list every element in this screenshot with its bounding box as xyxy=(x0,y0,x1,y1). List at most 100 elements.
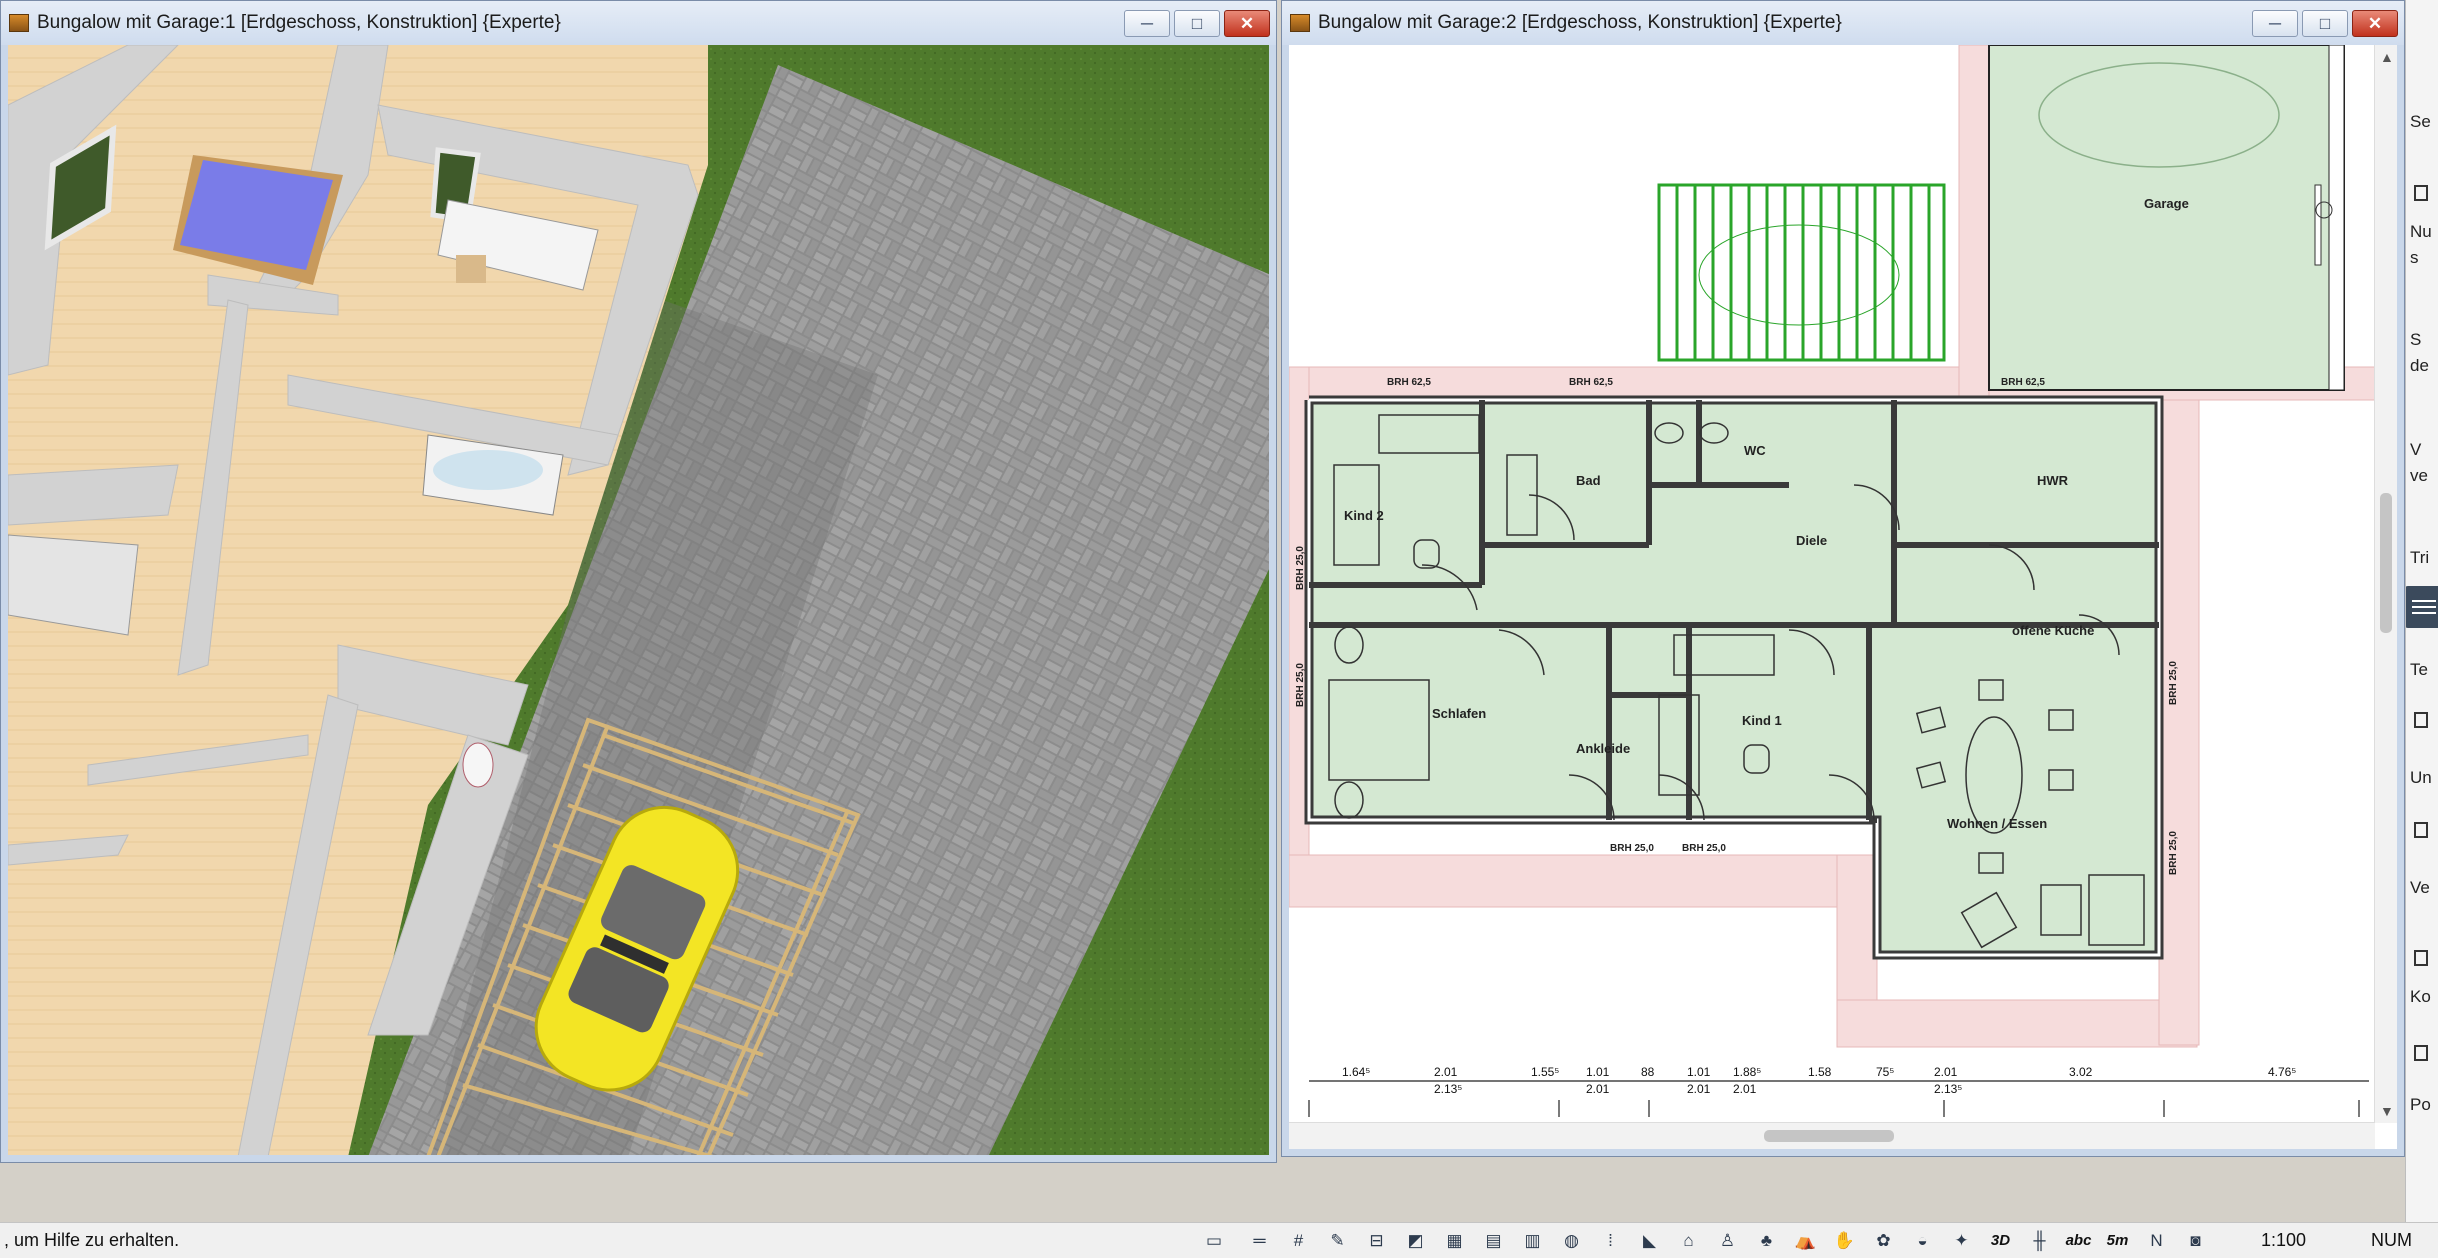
dimension-value: 2.01 xyxy=(1733,1082,1757,1096)
side-panel-item[interactable]: Ko xyxy=(2410,987,2431,1007)
room-label-diele: Diele xyxy=(1796,533,1827,548)
side-panel-item[interactable]: de xyxy=(2410,356,2429,376)
side-panel: Se Nu s S de V ve Tri Te Un Ve Ko Po xyxy=(2405,0,2438,1222)
plan-viewport[interactable]: Garage Kind 2 Bad WC HWR Diele offene Kü… xyxy=(1289,45,2397,1149)
maximize-button[interactable]: □ xyxy=(2302,10,2348,37)
brh-label: BRH 62,5 xyxy=(1387,377,1431,388)
brh-label: BRH 25,0 xyxy=(1295,546,1306,590)
side-panel-item[interactable]: S xyxy=(2410,330,2421,350)
north-icon[interactable]: N xyxy=(2139,1227,2174,1254)
dimension-value: 1.64⁵ xyxy=(1342,1065,1370,1079)
fill-icon[interactable]: ▥ xyxy=(1515,1227,1550,1254)
dimension-value: 1.55⁵ xyxy=(1531,1065,1559,1079)
dimension-value: 2.13⁵ xyxy=(1434,1082,1462,1096)
room-label-kind1: Kind 1 xyxy=(1742,713,1782,728)
room-label-garage: Garage xyxy=(2144,196,2189,211)
panel-symbol-icon xyxy=(2414,712,2428,728)
side-panel-item[interactable]: Te xyxy=(2410,660,2428,680)
dimension-icon[interactable]: ⊟ xyxy=(1359,1227,1394,1254)
window-3d-view: Bungalow mit Garage:1 [Erdgeschoss, Kons… xyxy=(0,0,1277,1163)
floor-plan: Garage Kind 2 Bad WC HWR Diele offene Kü… xyxy=(1289,45,2377,1117)
side-panel-item[interactable]: Un xyxy=(2410,768,2432,788)
hand-icon[interactable]: ✋ xyxy=(1827,1227,1862,1254)
scroll-up-icon[interactable]: ▲ xyxy=(2380,49,2394,65)
side-panel-item[interactable]: Tri xyxy=(2410,548,2429,568)
scroll-down-icon[interactable]: ▼ xyxy=(2380,1103,2394,1119)
hatching-icon[interactable]: ▤ xyxy=(1476,1227,1511,1254)
window-title: Bungalow mit Garage:2 [Erdgeschoss, Kons… xyxy=(1318,12,1842,33)
room-label-ankleide: Ankleide xyxy=(1576,741,1630,756)
maximize-button[interactable]: □ xyxy=(1174,10,1220,37)
dimension-value: 2.13⁵ xyxy=(1934,1082,1962,1096)
scale-indicator[interactable]: 1:100 xyxy=(2261,1230,2306,1251)
close-button[interactable]: ✕ xyxy=(2352,10,2398,37)
window-title: Bungalow mit Garage:1 [Erdgeschoss, Kons… xyxy=(37,12,561,33)
status-help-text: , um Hilfe zu erhalten. xyxy=(4,1230,180,1250)
panel-symbol-icon xyxy=(2414,950,2428,966)
room-label-bad: Bad xyxy=(1576,473,1601,488)
panel-symbol-icon xyxy=(2414,1045,2428,1061)
dimension-value: 4.76⁵ xyxy=(2268,1065,2296,1079)
brh-label: BRH 25,0 xyxy=(1682,843,1726,854)
brh-label: BRH 25,0 xyxy=(2168,661,2179,705)
bath-icon[interactable]: ◒ xyxy=(1905,1227,1940,1254)
side-panel-item[interactable]: Ve xyxy=(2410,878,2430,898)
brh-label: BRH 25,0 xyxy=(1610,843,1654,854)
furniture-icon[interactable]: ⌂ xyxy=(1671,1227,1706,1254)
side-panel-item[interactable]: Se xyxy=(2410,112,2431,132)
camera-icon[interactable]: ◙ xyxy=(2178,1227,2213,1254)
window-floor-plan: Bungalow mit Garage:2 [Erdgeschoss, Kons… xyxy=(1281,0,2405,1157)
panel-collapse-tab[interactable] xyxy=(2406,586,2438,628)
horizontal-scrollbar[interactable] xyxy=(1289,1122,2375,1149)
pergola xyxy=(1657,183,1946,362)
section-icon[interactable]: ╫ xyxy=(2022,1227,2057,1254)
text-icon[interactable]: abc xyxy=(2061,1227,2096,1254)
3d-icon[interactable]: 3D xyxy=(1983,1227,2018,1254)
status-bar: , um Hilfe zu erhalten. ▭ ═ # ✎ ⊟ ◩ ▦ ▤ ▥ ◍ ⁞ ◣ ⌂ ♙ ♣ ⛺… xyxy=(0,1222,2438,1258)
app-icon xyxy=(1290,14,1310,32)
dimension-chain xyxy=(1308,1080,2369,1117)
line-style-icon[interactable]: ═ xyxy=(1242,1227,1277,1254)
vertical-scrollbar[interactable]: ▲ ▼ xyxy=(2374,45,2397,1123)
chair-icon[interactable]: ♙ xyxy=(1710,1227,1745,1254)
grid-icon[interactable]: # xyxy=(1281,1227,1316,1254)
app-icon xyxy=(9,14,29,32)
horizontal-scroll-thumb[interactable] xyxy=(1764,1130,1894,1142)
side-panel-item[interactable]: s xyxy=(2410,248,2419,268)
side-panel-item[interactable]: ve xyxy=(2410,466,2428,486)
roof-icon[interactable]: ⛺ xyxy=(1788,1227,1823,1254)
side-panel-item[interactable]: Po xyxy=(2410,1095,2431,1115)
steps-icon[interactable]: ⁞ xyxy=(1593,1227,1628,1254)
numlock-indicator: NUM xyxy=(2371,1230,2412,1250)
dimension-value: 1.01 xyxy=(1586,1065,1610,1079)
dimension-value: 75⁵ xyxy=(1876,1065,1894,1079)
brh-label: BRH 62,5 xyxy=(1569,377,1613,388)
room-label-wc: WC xyxy=(1744,443,1766,458)
vertical-scroll-thumb[interactable] xyxy=(2380,493,2392,633)
tree-icon[interactable]: ♣ xyxy=(1749,1227,1784,1254)
terrain-icon[interactable]: ◩ xyxy=(1398,1227,1433,1254)
room-label-hwr: HWR xyxy=(2037,473,2069,488)
paint-icon[interactable]: ◍ xyxy=(1554,1227,1589,1254)
garden-icon[interactable]: ✦ xyxy=(1944,1227,1979,1254)
titlebar-plan[interactable]: Bungalow mit Garage:2 [Erdgeschoss, Kons… xyxy=(1282,1,2404,45)
side-panel-item[interactable]: V xyxy=(2410,440,2421,460)
close-button[interactable]: ✕ xyxy=(1224,10,1270,37)
layer-icon[interactable]: ▭ xyxy=(1190,1227,1238,1254)
measure-icon[interactable]: 5m xyxy=(2100,1227,2135,1254)
side-panel-item[interactable]: Nu xyxy=(2410,222,2432,242)
plant-icon[interactable]: ✿ xyxy=(1866,1227,1901,1254)
stair-icon[interactable]: ◣ xyxy=(1632,1227,1667,1254)
brh-label: BRH 25,0 xyxy=(2168,831,2179,875)
dimension-value: 2.01 xyxy=(1434,1065,1458,1079)
3d-viewport[interactable] xyxy=(8,45,1269,1155)
3d-scene xyxy=(8,45,1269,1155)
pencil-icon[interactable]: ✎ xyxy=(1320,1227,1355,1254)
minimize-button[interactable]: ─ xyxy=(2252,10,2298,37)
texture-icon[interactable]: ▦ xyxy=(1437,1227,1472,1254)
panel-symbol-icon xyxy=(2414,822,2428,838)
status-toolbar: ▭ ═ # ✎ ⊟ ◩ ▦ ▤ ▥ ◍ ⁞ ◣ ⌂ ♙ ♣ ⛺ ✋ ✿ ◒ ✦ 3D ╫ abc 5m N ◙ xyxy=(1190,1227,2213,1254)
dimension-value: 1.01 xyxy=(1687,1065,1711,1079)
titlebar-3d[interactable]: Bungalow mit Garage:1 [Erdgeschoss, Kons… xyxy=(1,1,1276,45)
minimize-button[interactable]: ─ xyxy=(1124,10,1170,37)
